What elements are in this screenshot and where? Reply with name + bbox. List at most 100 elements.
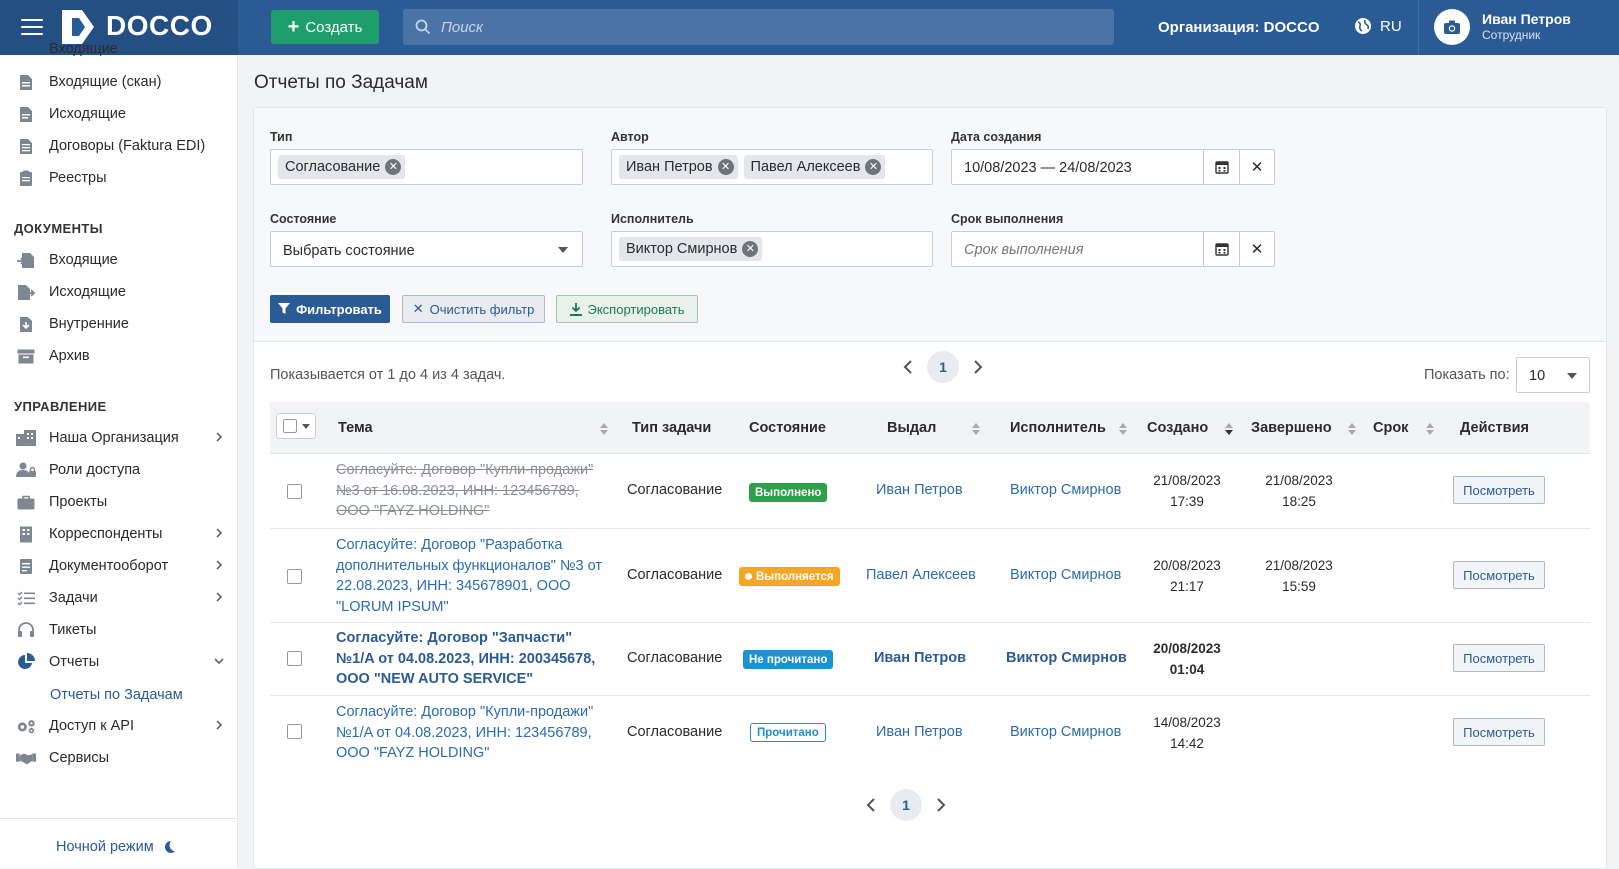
filter-button[interactable]: Фильтровать (270, 295, 390, 323)
remove-tag-icon[interactable]: ✕ (742, 241, 759, 257)
sort-icon[interactable] (972, 423, 980, 435)
user-name[interactable]: Иван Петров (1482, 11, 1571, 27)
hamburger-menu-icon[interactable] (21, 19, 43, 35)
sidebar-item-correspondents[interactable]: Корреспонденты (0, 519, 238, 549)
sort-icon[interactable] (1119, 423, 1127, 435)
type-filter-input[interactable]: Согласование ✕ (270, 149, 583, 185)
sidebar-item-reports[interactable]: Отчеты (0, 647, 238, 677)
sidebar-subitem-task-reports[interactable]: Отчеты по Задачам (50, 687, 183, 703)
row-checkbox[interactable] (287, 724, 302, 739)
task-subject-link[interactable]: Согласуйте: Договор "Купли-продажи" №3 о… (336, 460, 614, 522)
issuer-link[interactable]: Иван Петров (874, 650, 966, 666)
sidebar-item-partial[interactable]: Входящие (49, 41, 118, 57)
sidebar-item-label: Наша Организация (49, 430, 179, 446)
view-button[interactable]: Посмотреть (1453, 644, 1545, 672)
sidebar-item-doc-incoming[interactable]: Входящие (0, 245, 238, 275)
row-checkbox[interactable] (287, 651, 302, 666)
created-date-range[interactable]: 10/08/2023 — 24/08/2023 ✕ (951, 149, 1275, 185)
status-text: Выполняется (756, 570, 834, 583)
select-all-dropdown[interactable] (276, 413, 316, 439)
sort-icon[interactable] (600, 423, 608, 435)
sidebar-item-incoming-scan[interactable]: Входящие (скан) (0, 67, 238, 97)
clear-filter-button[interactable]: ✕ Очистить фильтр (402, 295, 545, 323)
task-subject-link[interactable]: Согласуйте: Договор "Разработка дополнит… (336, 535, 614, 617)
sidebar-item-organization[interactable]: Наша Организация (0, 423, 238, 453)
remove-tag-icon[interactable]: ✕ (385, 159, 402, 175)
chevron-left-icon[interactable] (901, 360, 915, 374)
page-number[interactable]: 1 (927, 351, 959, 383)
organization-label[interactable]: Организация: DOCCO (1158, 19, 1320, 36)
chevron-right-icon[interactable] (934, 798, 948, 812)
clear-date-icon[interactable]: ✕ (1239, 150, 1274, 184)
state-select-value: Выбрать состояние (283, 243, 415, 259)
view-button[interactable]: Посмотреть (1453, 476, 1545, 504)
sidebar-item-docflow[interactable]: Документооборот (0, 551, 238, 581)
row-checkbox[interactable] (287, 569, 302, 584)
sidebar-item-contracts[interactable]: Договоры (Faktura EDI) (0, 131, 238, 161)
filter-icon (278, 303, 291, 314)
sidebar-item-doc-internal[interactable]: Внутренние (0, 309, 238, 339)
issuer-link[interactable]: Иван Петров (876, 482, 963, 498)
issuer-link[interactable]: Иван Петров (876, 724, 963, 740)
sidebar-item-outgoing[interactable]: Исходящие (0, 99, 238, 129)
sidebar-item-access-roles[interactable]: Роли доступа (0, 455, 238, 485)
per-page-select[interactable]: 10 (1516, 357, 1590, 393)
executor-link[interactable]: Виктор Смирнов (1006, 650, 1127, 666)
task-subject-link[interactable]: Согласуйте: Договор "Купли-продажи" №1/A… (336, 702, 614, 764)
language-code: RU (1380, 17, 1402, 35)
sidebar-item-doc-outgoing[interactable]: Исходящие (0, 277, 238, 307)
sidebar-item-tickets[interactable]: Тикеты (0, 615, 238, 645)
sidebar-item-api-access[interactable]: Доступ к API (0, 711, 238, 741)
calendar-icon[interactable] (1203, 232, 1239, 266)
sidebar-item-projects[interactable]: Проекты (0, 487, 238, 517)
column-header-created[interactable]: Создано (1147, 420, 1208, 436)
task-subject-link[interactable]: Согласуйте: Договор "Запчасти" №1/A от 0… (336, 628, 614, 690)
issuer-link[interactable]: Павел Алексеев (866, 567, 976, 583)
sidebar-item-label: Тикеты (49, 622, 97, 638)
page-number[interactable]: 1 (890, 789, 922, 821)
view-button[interactable]: Посмотреть (1453, 561, 1545, 589)
language-selector[interactable]: RU (1354, 17, 1402, 35)
column-header-executor[interactable]: Исполнитель (1010, 420, 1106, 436)
users-lock-icon (16, 461, 36, 479)
export-button[interactable]: Экспортировать (556, 295, 698, 323)
executor-filter-input[interactable]: Виктор Смирнов ✕ (611, 231, 933, 267)
remove-tag-icon[interactable]: ✕ (865, 159, 882, 175)
sort-desc-icon[interactable] (1225, 423, 1233, 435)
executor-link[interactable]: Виктор Смирнов (1010, 724, 1121, 740)
state-select[interactable]: Выбрать состояние (270, 231, 583, 267)
chevron-right-icon[interactable] (971, 360, 985, 374)
globe-icon (1355, 18, 1371, 34)
sidebar-item-registries[interactable]: Реестры (0, 163, 238, 193)
due-date-input[interactable]: Срок выполнения ✕ (951, 231, 1275, 267)
chevron-left-icon[interactable] (864, 798, 878, 812)
executor-link[interactable]: Виктор Смирнов (1010, 482, 1121, 498)
avatar[interactable] (1434, 9, 1470, 45)
column-header-completed[interactable]: Завершено (1251, 420, 1332, 436)
sidebar-item-services[interactable]: Сервисы (0, 743, 238, 773)
author-filter-input[interactable]: Иван Петров ✕ Павел Алексеев ✕ (611, 149, 933, 185)
completed-datetime: 21/08/2023 18:25 (1254, 470, 1344, 512)
per-page-label: Показать по: (1424, 367, 1510, 383)
sidebar-item-archive[interactable]: Архив (0, 341, 238, 371)
sort-icon[interactable] (1348, 423, 1356, 435)
clear-date-icon[interactable]: ✕ (1239, 232, 1274, 266)
search-input[interactable] (441, 18, 1081, 36)
sort-icon[interactable] (1426, 423, 1434, 435)
row-checkbox[interactable] (287, 484, 302, 499)
column-header-due[interactable]: Срок (1373, 420, 1408, 436)
calendar-icon[interactable] (1203, 150, 1239, 184)
remove-tag-icon[interactable]: ✕ (717, 159, 734, 175)
executor-link[interactable]: Виктор Смирнов (1010, 567, 1121, 583)
select-all-checkbox[interactable] (283, 419, 297, 433)
sidebar-item-tasks[interactable]: Задачи (0, 583, 238, 613)
night-mode-toggle[interactable]: Ночной режим (56, 839, 176, 855)
create-button[interactable]: + Создать (271, 10, 379, 44)
sidebar-item-label: Реестры (49, 170, 107, 186)
created-time: 21:17 (1170, 579, 1204, 594)
view-button[interactable]: Посмотреть (1453, 718, 1545, 746)
column-header-subject[interactable]: Тема (338, 420, 373, 436)
column-header-issued[interactable]: Выдал (887, 420, 936, 436)
table-header: Тема Тип задачи Состояние Выдал Исполнит… (270, 402, 1590, 454)
page-title: Отчеты по Задачам (254, 72, 428, 93)
